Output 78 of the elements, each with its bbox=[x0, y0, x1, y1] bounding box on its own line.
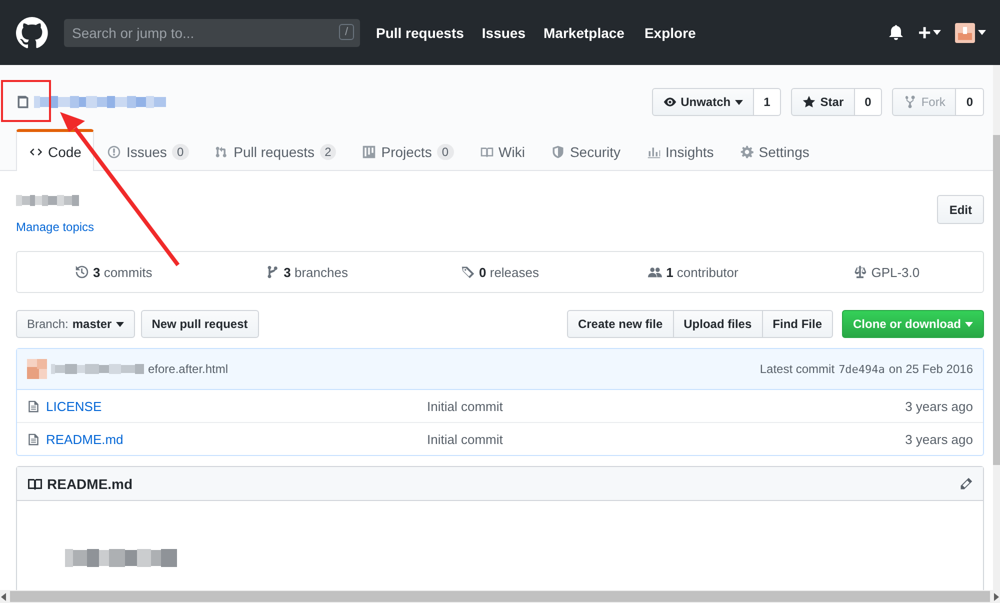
counter-badge: 0 bbox=[172, 144, 189, 160]
tab[interactable]: Projects 0 bbox=[349, 129, 467, 171]
bell-icon[interactable] bbox=[888, 24, 904, 41]
nav-link[interactable]: Explore bbox=[644, 24, 696, 40]
file-action-button[interactable]: Create new file bbox=[566, 310, 674, 338]
commit-message[interactable]: Initial commit bbox=[427, 432, 906, 446]
history-icon bbox=[74, 265, 89, 279]
commit-sha-link[interactable]: 7de494a bbox=[838, 362, 885, 376]
fork-icon bbox=[903, 95, 918, 109]
file-link[interactable]: README.md bbox=[46, 432, 124, 446]
watch-count[interactable]: 1 bbox=[754, 88, 782, 116]
scroll-left-icon[interactable] bbox=[0, 592, 8, 600]
book-icon bbox=[480, 144, 494, 158]
tag-icon bbox=[461, 265, 475, 279]
file-action-button[interactable]: Upload files bbox=[672, 310, 763, 338]
nav-link[interactable]: Pull requests bbox=[376, 24, 464, 40]
shortcut-key: / bbox=[338, 24, 354, 40]
tab[interactable]: Code bbox=[16, 129, 94, 171]
caret-icon bbox=[965, 322, 973, 326]
board-icon bbox=[362, 144, 376, 158]
file-action-button[interactable]: Find File bbox=[762, 310, 833, 338]
file-age: 3 years ago bbox=[905, 398, 973, 414]
watch-button[interactable]: Unwatch bbox=[652, 88, 754, 116]
readme-title: README.md bbox=[47, 476, 133, 492]
file-icon bbox=[27, 398, 40, 414]
nav-link[interactable]: Issues bbox=[482, 24, 526, 40]
horizontal-scrollbar[interactable] bbox=[0, 590, 1000, 603]
shield-icon bbox=[550, 144, 565, 158]
repo-stat-link[interactable]: 1 contributor bbox=[596, 264, 790, 280]
commit-date: on 25 Feb 2016 bbox=[888, 362, 973, 376]
star-button[interactable]: Star bbox=[791, 88, 855, 116]
tab[interactable]: Pull requests 2 bbox=[202, 129, 350, 171]
repo-stat-link[interactable]: 3 commits bbox=[17, 264, 210, 280]
annotation-box bbox=[1, 80, 51, 122]
pull-request-icon bbox=[214, 144, 229, 158]
star-count[interactable]: 0 bbox=[854, 88, 882, 116]
latest-commit-label: Latest commit bbox=[760, 362, 835, 376]
blurred-text-drawing bbox=[16, 195, 79, 206]
caret-icon bbox=[734, 100, 743, 104]
repo-stat-link[interactable]: 3 branches bbox=[210, 264, 404, 280]
tab[interactable]: Security bbox=[538, 129, 634, 171]
caret-icon bbox=[978, 30, 986, 35]
repo-stat-link[interactable]: 0 releases bbox=[403, 264, 597, 280]
octocat-logo[interactable] bbox=[16, 16, 48, 48]
bar-graph-icon bbox=[646, 144, 661, 158]
avatar-menu[interactable] bbox=[955, 22, 986, 42]
new-menu-button[interactable]: + bbox=[918, 20, 941, 46]
avatar-icon[interactable] bbox=[955, 22, 975, 42]
eye-icon bbox=[662, 95, 677, 109]
avatar-icon bbox=[27, 359, 47, 379]
edit-button[interactable]: Edit bbox=[937, 195, 984, 224]
tab[interactable]: Issues 0 bbox=[94, 129, 202, 171]
branch-select[interactable]: Branch: master bbox=[16, 310, 135, 338]
nav-link[interactable]: Marketplace bbox=[544, 24, 624, 40]
file-icon bbox=[27, 432, 40, 446]
vertical-scrollbar[interactable] bbox=[993, 65, 1000, 590]
manage-topics-link[interactable]: Manage topics bbox=[16, 220, 94, 234]
file-link[interactable]: LICENSE bbox=[46, 398, 102, 414]
people-icon bbox=[648, 265, 662, 279]
tab[interactable]: Insights bbox=[634, 129, 727, 171]
scale-icon bbox=[853, 265, 868, 279]
star-icon bbox=[802, 95, 816, 109]
tab[interactable]: Settings bbox=[726, 129, 822, 171]
branch-icon bbox=[266, 265, 280, 279]
commit-message[interactable]: efore.after.html bbox=[148, 362, 228, 376]
new-pull-request-button[interactable]: New pull request bbox=[140, 310, 259, 338]
counter-badge: 2 bbox=[320, 144, 336, 160]
scroll-right-icon[interactable] bbox=[992, 592, 1000, 600]
caret-icon bbox=[116, 322, 124, 326]
repo-icon bbox=[16, 94, 30, 110]
pencil-icon[interactable] bbox=[959, 476, 973, 490]
repo-stat-link[interactable]: GPL-3.0 bbox=[790, 264, 984, 280]
tab[interactable]: Wiki bbox=[466, 129, 538, 171]
caret-icon bbox=[933, 30, 941, 35]
file-age: 3 years ago bbox=[905, 432, 973, 446]
settings-icon bbox=[740, 144, 754, 158]
commit-message[interactable]: Initial commit bbox=[427, 398, 906, 414]
counter-badge: 0 bbox=[436, 144, 454, 160]
